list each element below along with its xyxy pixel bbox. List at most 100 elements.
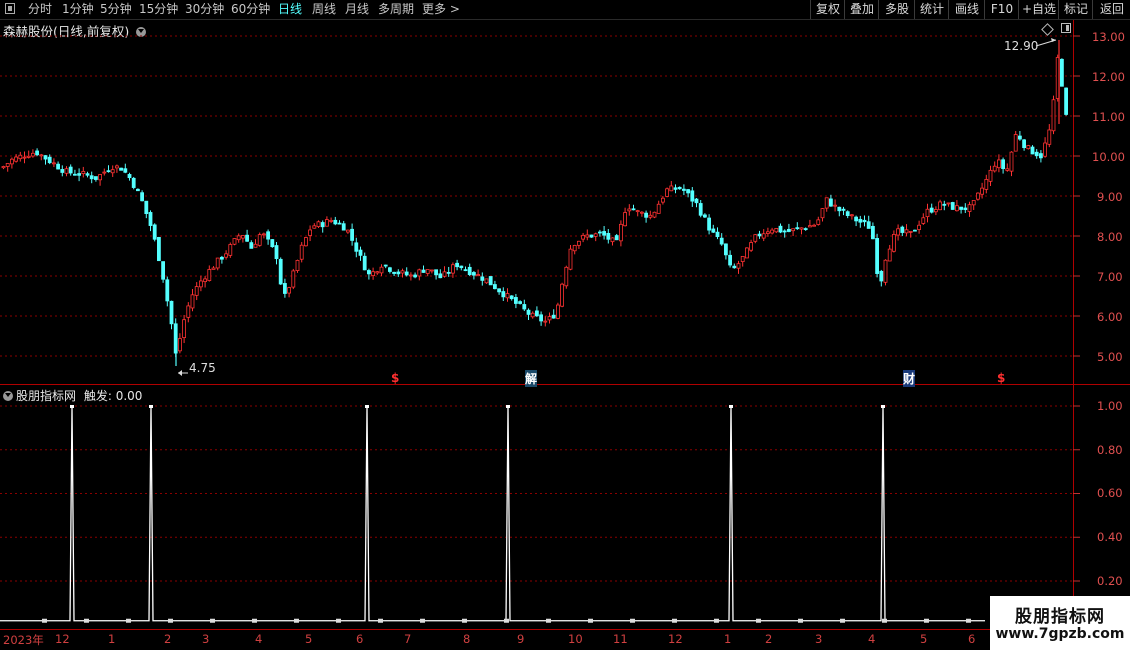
event-marker-dollar[interactable]: $ — [391, 371, 399, 385]
candle-body — [799, 227, 804, 230]
indicator-tick: 0.40 — [1097, 530, 1123, 544]
candle-body — [992, 165, 997, 172]
candle-body — [677, 186, 682, 190]
candle-body — [913, 229, 917, 232]
candle-body — [736, 263, 741, 269]
candle-body — [446, 271, 451, 274]
date-label: 9 — [517, 632, 525, 646]
candle-body — [904, 229, 909, 234]
candle-body — [551, 314, 556, 319]
candle-body — [547, 316, 552, 321]
candle-body — [1034, 151, 1039, 157]
candle-body — [862, 219, 867, 223]
trigger-zero-marker — [966, 618, 971, 623]
candle-body — [929, 207, 934, 213]
indicator-grid — [0, 405, 1080, 582]
candle-body — [98, 174, 102, 181]
candle-body — [156, 237, 161, 262]
candle-body — [509, 295, 514, 300]
date-label: 1 — [724, 632, 732, 646]
candle-body — [425, 269, 430, 274]
trigger-zero-marker — [84, 618, 89, 623]
candle-body — [501, 291, 506, 298]
candle-body — [18, 154, 23, 160]
candle-body — [896, 228, 900, 236]
candle-body — [245, 234, 250, 242]
price-tick: 13.00 — [1092, 30, 1125, 44]
event-marker-unlock[interactable]: 解 — [525, 370, 538, 387]
candle-body — [211, 267, 216, 270]
candle-body — [492, 284, 497, 290]
indicator-title: 股朋指标网 — [16, 389, 77, 403]
candle-body — [635, 210, 640, 213]
candle-body — [728, 254, 732, 266]
candle-body — [543, 320, 548, 323]
trigger-zero-marker — [546, 618, 551, 623]
price-tick: 12.00 — [1092, 70, 1125, 84]
candle-body — [131, 177, 136, 188]
candle-body — [694, 198, 699, 204]
candle-body — [623, 212, 627, 227]
event-marker-dollar[interactable]: $ — [997, 371, 1005, 385]
trigger-zero-marker — [210, 618, 215, 623]
price-tick: 8.00 — [1097, 230, 1123, 244]
candle-body — [1064, 87, 1068, 115]
price-tick: 9.00 — [1097, 190, 1123, 204]
main-grid — [0, 35, 1080, 357]
candle-body — [14, 156, 19, 162]
candle-body — [845, 211, 850, 217]
high-price-label: 12.90 — [1004, 39, 1039, 53]
candle-body — [270, 239, 275, 248]
candle-body — [711, 228, 716, 233]
candle-body — [812, 224, 816, 227]
trigger-zero-marker — [882, 618, 887, 623]
candle-body — [383, 264, 388, 267]
candle-body — [614, 235, 619, 241]
candle-body — [47, 156, 52, 164]
price-tick: 11.00 — [1092, 110, 1125, 124]
candle-body — [81, 171, 86, 175]
candle-body — [299, 244, 304, 260]
candle-body — [68, 166, 73, 174]
candle-body — [186, 305, 191, 318]
low-price-label: 4.75 — [189, 361, 216, 375]
candle-body — [35, 150, 39, 156]
watermark: 股朋指标网 www.7gpzb.com — [990, 596, 1130, 650]
chart-canvas[interactable] — [0, 0, 1130, 650]
indicator-header: 股朋指标网 触发: 0.00 — [3, 387, 142, 404]
candle-body — [312, 225, 317, 229]
candle-body — [480, 276, 485, 281]
date-label: 5 — [305, 632, 313, 646]
chevron-down-icon[interactable] — [3, 391, 13, 401]
candle-body — [329, 220, 334, 222]
candle-body — [110, 169, 115, 174]
candle-body — [467, 266, 472, 276]
candle-body — [619, 223, 623, 242]
candle-body — [1018, 135, 1022, 140]
candle-body — [892, 234, 896, 252]
candle-body — [661, 197, 665, 203]
candle-body — [950, 202, 955, 210]
candle-body — [358, 249, 363, 256]
candle-body — [1, 166, 6, 169]
candle-body — [52, 162, 56, 165]
price-tick: 10.00 — [1092, 150, 1125, 164]
candle-body — [841, 208, 846, 211]
candle-body — [1005, 168, 1010, 171]
candle-body — [564, 266, 569, 287]
trigger-zero-marker — [840, 618, 845, 623]
candle-body — [778, 225, 783, 233]
candle-body — [833, 204, 837, 207]
candle-body — [1001, 159, 1005, 170]
candle-body — [345, 229, 350, 233]
candle-body — [60, 169, 65, 173]
candle-body — [572, 244, 577, 252]
event-marker-finance[interactable]: 财 — [903, 370, 916, 387]
candle-body — [89, 175, 94, 180]
candle-body — [484, 278, 489, 284]
trigger-zero-marker — [126, 618, 131, 623]
candle-body — [1039, 153, 1043, 159]
candle-body — [43, 155, 48, 160]
candle-body — [476, 274, 481, 277]
candle-body — [766, 231, 770, 234]
